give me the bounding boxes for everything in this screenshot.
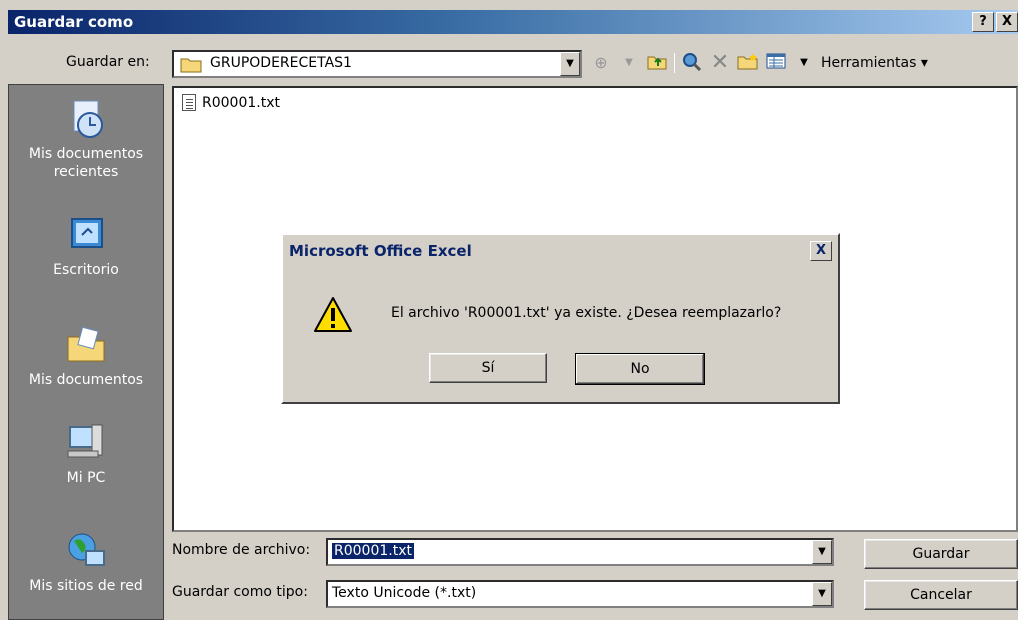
place-recent[interactable]: Mis documentos recientes [9, 97, 163, 181]
toolbar-separator [674, 53, 675, 73]
delete-icon[interactable]: ✕ [709, 52, 731, 74]
file-type-value: Texto Unicode (*.txt) [332, 585, 477, 601]
replace-confirm-dialog: Microsoft Office Excel X El archivo 'R00… [281, 233, 840, 404]
places-bar: Mis documentos recientes Escritorio Mis … [8, 84, 164, 620]
views-icon[interactable] [765, 52, 787, 74]
place-network[interactable]: Mis sitios de red [9, 529, 163, 595]
modal-message: El archivo 'R00001.txt' ya existe. ¿Dese… [391, 305, 782, 321]
folder-icon [180, 55, 202, 77]
dialog-titlebar: Guardar como ? X [8, 10, 1018, 34]
file-type-label: Guardar como tipo: [172, 584, 308, 600]
file-type-select[interactable]: Texto Unicode (*.txt) ▼ [326, 580, 834, 608]
toolbar: ⊕ ▼ ✕ ▼ Herramientas ▾ [590, 52, 928, 74]
place-my-documents[interactable]: Mis documentos [9, 323, 163, 389]
network-places-icon [68, 533, 105, 566]
text-file-icon [182, 94, 196, 111]
filename-value: R00001.txt [332, 543, 414, 559]
back-dropdown-icon[interactable]: ▼ [618, 52, 640, 74]
modal-close-button[interactable]: X [810, 241, 832, 261]
up-folder-icon[interactable] [646, 52, 668, 74]
cancel-button[interactable]: Cancelar [864, 580, 1018, 610]
tools-menu[interactable]: Herramientas ▾ [821, 55, 928, 71]
back-icon[interactable]: ⊕ [590, 52, 612, 74]
my-documents-icon [67, 326, 105, 362]
list-item[interactable]: R00001.txt [182, 94, 280, 111]
place-desktop[interactable]: Escritorio [9, 213, 163, 279]
recent-documents-icon [73, 100, 103, 138]
warning-icon [314, 297, 352, 332]
file-name: R00001.txt [202, 94, 280, 111]
modal-title: Microsoft Office Excel [289, 242, 472, 260]
help-button[interactable]: ? [972, 12, 994, 32]
save-button[interactable]: Guardar [864, 539, 1018, 569]
filename-label: Nombre de archivo: [172, 542, 311, 558]
my-computer-icon [67, 424, 103, 458]
dialog-title: Guardar como [14, 13, 134, 31]
filename-field[interactable]: R00001.txt ▼ [326, 538, 834, 566]
new-folder-icon[interactable] [737, 52, 759, 74]
no-button[interactable]: No [575, 353, 705, 385]
yes-button[interactable]: Sí [429, 353, 547, 383]
views-dropdown-icon[interactable]: ▼ [793, 52, 815, 74]
save-in-combo[interactable]: GRUPODERECETAS1 ▼ [172, 50, 582, 78]
modal-titlebar: Microsoft Office Excel X [285, 237, 836, 267]
chevron-down-icon[interactable]: ▼ [812, 582, 832, 606]
chevron-down-icon[interactable]: ▼ [812, 540, 832, 564]
search-web-icon[interactable] [681, 52, 703, 74]
close-button[interactable]: X [996, 12, 1018, 32]
desktop-icon [71, 218, 103, 248]
save-in-value: GRUPODERECETAS1 [210, 55, 352, 71]
save-in-label: Guardar en: [66, 54, 150, 70]
chevron-down-icon[interactable]: ▼ [560, 52, 580, 76]
place-my-computer[interactable]: Mi PC [9, 421, 163, 487]
